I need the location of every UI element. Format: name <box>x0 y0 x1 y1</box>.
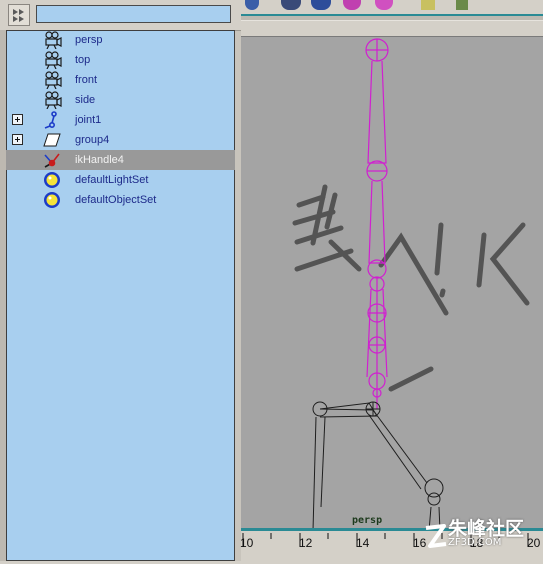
filter-menu-button[interactable] <box>8 4 30 26</box>
ik-handle-icon <box>42 151 62 169</box>
outliner-item[interactable]: persp <box>6 30 235 50</box>
shelf-cube-icon[interactable] <box>281 0 301 10</box>
set-icon <box>42 171 62 189</box>
shelf-sphere-icon[interactable] <box>245 0 259 10</box>
persp-viewport[interactable] <box>241 36 543 532</box>
shelf-tool-icon[interactable] <box>456 0 468 10</box>
shelf-torus-icon[interactable] <box>343 0 361 10</box>
outliner-toolbar <box>0 0 241 31</box>
expand-toggle[interactable] <box>12 134 23 145</box>
shelf-cone-icon[interactable] <box>375 0 393 10</box>
outliner-item-label: top <box>75 54 91 66</box>
outliner-item-label: defaultLightSet <box>75 174 149 186</box>
outliner-item-label: defaultObjectSet <box>75 194 157 206</box>
viewport-menu-strip <box>241 21 543 36</box>
group-icon <box>42 131 62 149</box>
timeline-tick-label: 14 <box>356 536 370 550</box>
camera-icon <box>42 91 62 110</box>
outliner-item-label: front <box>75 74 98 86</box>
camera-label: persp <box>352 515 383 526</box>
outliner-item-label: side <box>75 94 96 106</box>
leg-joints <box>312 401 444 532</box>
outliner-item-label: persp <box>75 34 103 46</box>
outliner-item-selected[interactable]: ikHandle4 <box>6 150 235 170</box>
outliner-item-label: joint1 <box>75 114 102 126</box>
outliner-item[interactable]: front <box>6 70 235 90</box>
camera-icon <box>42 51 62 70</box>
outliner-filter-input[interactable] <box>36 5 231 23</box>
timeline-tick-label: 12 <box>299 536 313 550</box>
watermark-url: ZF3D.COM <box>448 537 502 548</box>
joint-icon <box>42 111 62 129</box>
expand-toggle[interactable] <box>12 114 23 125</box>
outliner-item[interactable]: group4 <box>6 130 235 150</box>
skeleton-drawing <box>292 38 530 532</box>
outliner-item[interactable]: top <box>6 50 235 70</box>
outliner-item[interactable]: defaultLightSet <box>6 170 235 190</box>
camera-icon <box>42 31 62 50</box>
outliner-list: persp top front side joint1 group4 ikHan… <box>6 30 235 210</box>
outliner-item[interactable]: defaultObjectSet <box>6 190 235 210</box>
handwritten-annotation <box>292 184 530 392</box>
outliner-item-label: ikHandle4 <box>75 154 124 166</box>
spine-joints <box>365 38 389 409</box>
shelf-light-icon[interactable] <box>421 0 435 10</box>
shelf-toolbar <box>241 0 543 16</box>
set-icon <box>42 191 62 209</box>
outliner-item-label: group4 <box>75 134 110 146</box>
shelf-cylinder-icon[interactable] <box>311 0 331 10</box>
outliner-item[interactable]: side <box>6 90 235 110</box>
outliner-window: persp top front side joint1 group4 ikHan… <box>0 0 241 561</box>
timeline-tick-label: 10 <box>240 536 254 550</box>
filter-arrows-icon <box>13 9 24 22</box>
hip-joint <box>365 401 381 417</box>
outliner-item[interactable]: joint1 <box>6 110 235 130</box>
camera-icon <box>42 71 62 90</box>
